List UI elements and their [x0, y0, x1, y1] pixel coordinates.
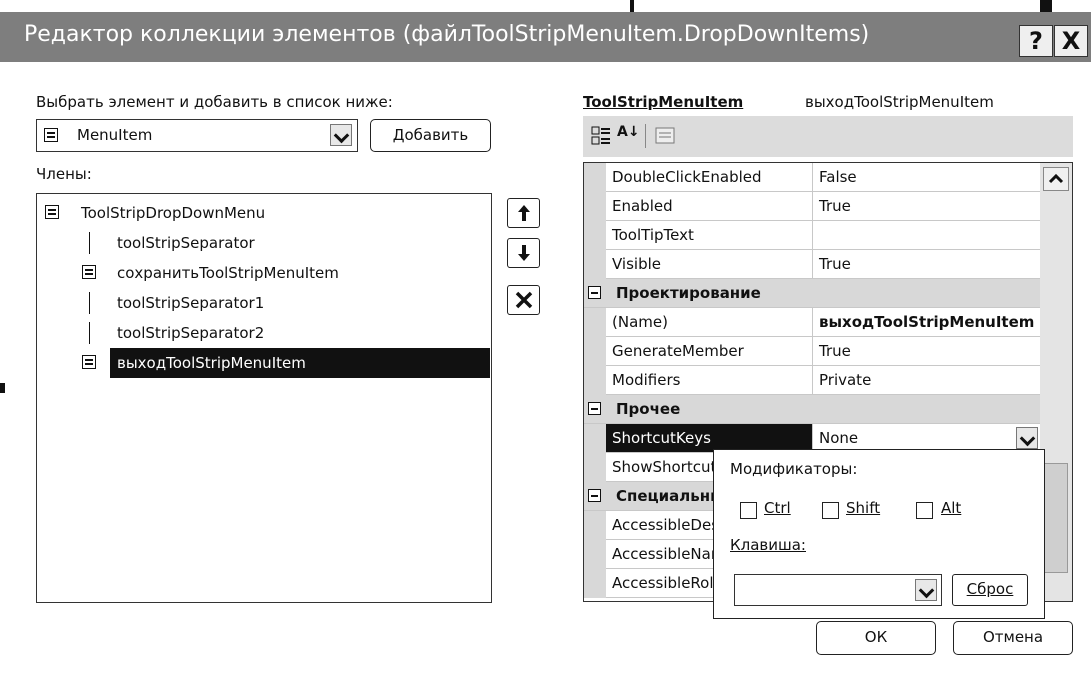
menu-item-icon: [82, 265, 96, 279]
members-label: Члены:: [36, 165, 92, 183]
categorized-icon[interactable]: [591, 126, 611, 146]
separator-icon: [89, 292, 90, 314]
item-type-value: MenuItem: [77, 126, 153, 144]
toolbar-divider: [645, 124, 646, 148]
members-list[interactable]: ToolStripDropDownMenu toolStripSeparator…: [36, 193, 492, 603]
property-toolbar: A↓: [583, 116, 1073, 157]
background-window-strip: [0, 0, 1091, 12]
list-item[interactable]: toolStripSeparator1: [37, 288, 486, 318]
property-category[interactable]: Прочее: [584, 395, 1040, 424]
move-down-button[interactable]: [507, 238, 540, 268]
help-button[interactable]: ?: [1019, 25, 1053, 57]
close-button[interactable]: X: [1054, 25, 1088, 57]
property-category[interactable]: Проектирование: [584, 279, 1040, 308]
move-up-button[interactable]: [507, 198, 540, 228]
menu-item-icon: [82, 355, 96, 369]
property-row[interactable]: GenerateMember True: [584, 337, 1040, 366]
chevron-down-icon[interactable]: [330, 124, 352, 146]
collapse-icon[interactable]: [588, 489, 601, 502]
property-row[interactable]: (Name) выходToolStripMenuItem: [584, 308, 1040, 337]
key-combo[interactable]: [734, 574, 942, 606]
item-type-combo[interactable]: MenuItem: [36, 119, 358, 152]
shift-checkbox[interactable]: [822, 502, 839, 519]
property-row[interactable]: ToolTipText: [584, 221, 1040, 250]
chevron-down-icon[interactable]: [1016, 427, 1038, 449]
property-row[interactable]: DoubleClickEnabled False: [584, 163, 1040, 192]
ok-button[interactable]: ОК: [816, 621, 936, 655]
add-button[interactable]: Добавить: [370, 119, 491, 152]
select-item-label: Выбрать элемент и добавить в список ниже…: [36, 93, 393, 111]
separator-icon: [89, 322, 90, 344]
scroll-thumb[interactable]: [1044, 463, 1068, 573]
alphabetical-icon[interactable]: A↓: [617, 124, 640, 140]
collapse-icon[interactable]: [588, 286, 601, 299]
menu-item-icon: [44, 128, 58, 142]
arrow-up-icon: [517, 205, 530, 221]
alt-label: Alt: [941, 499, 962, 517]
shortcut-keys-popup[interactable]: Модификаторы: Ctrl Shift Alt Клавиша: Сб…: [713, 449, 1045, 619]
ctrl-checkbox[interactable]: [740, 502, 757, 519]
separator-icon: [89, 232, 90, 254]
list-item[interactable]: ToolStripDropDownMenu: [37, 198, 486, 228]
selected-item-label: выходToolStripMenuItem: [110, 348, 490, 378]
key-label: Клавиша:: [730, 536, 806, 554]
window-title: Редактор коллекции элементов (файлToolSt…: [24, 22, 870, 47]
property-row[interactable]: Enabled True: [584, 192, 1040, 221]
scroll-up-button[interactable]: [1043, 167, 1069, 191]
dropdown-menu-icon: [45, 205, 59, 219]
window-edge-mark: [0, 383, 5, 393]
alt-checkbox[interactable]: [916, 502, 933, 519]
shift-label: Shift: [846, 499, 881, 517]
property-pages-icon[interactable]: [655, 127, 675, 145]
property-row[interactable]: Visible True: [584, 250, 1040, 279]
remove-button[interactable]: [507, 285, 540, 315]
chevron-up-icon: [1048, 173, 1064, 184]
list-item[interactable]: выходToolStripMenuItem: [37, 348, 490, 378]
arrow-down-icon: [517, 245, 530, 261]
chevron-down-icon[interactable]: [915, 579, 937, 601]
selected-object-type: ToolStripMenuItem: [583, 93, 744, 111]
property-row[interactable]: Modifiers Private: [584, 366, 1040, 395]
reset-button[interactable]: Сброс: [952, 574, 1028, 606]
ctrl-label: Ctrl: [764, 499, 791, 517]
cancel-button[interactable]: Отмена: [953, 621, 1073, 655]
selected-object-name: выходToolStripMenuItem: [805, 93, 994, 111]
collapse-icon[interactable]: [588, 402, 601, 415]
list-item[interactable]: toolStripSeparator2: [37, 318, 486, 348]
delete-x-icon: [515, 291, 532, 309]
modifiers-label: Модификаторы:: [730, 460, 858, 478]
list-item[interactable]: сохранитьToolStripMenuItem: [37, 258, 486, 288]
list-item[interactable]: toolStripSeparator: [37, 228, 486, 258]
